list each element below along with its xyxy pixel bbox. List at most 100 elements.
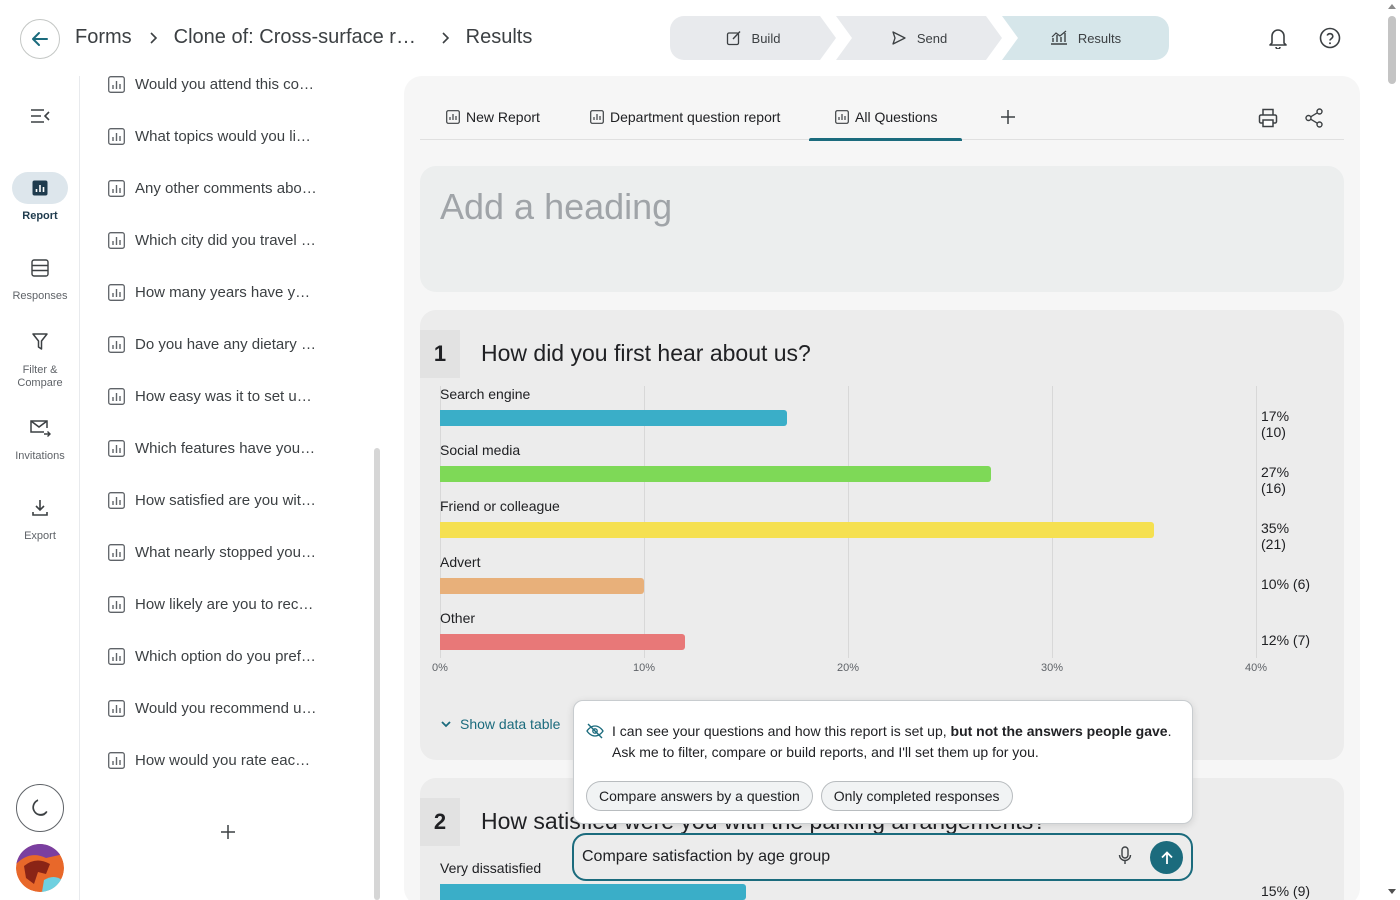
tab-all-questions[interactable]: All Questions <box>809 94 962 141</box>
question-title: How did you first hear about us? <box>481 340 811 366</box>
question-list-item-label: How would you rate each… <box>135 751 317 769</box>
rail-invitations-label: Invitations <box>15 450 65 462</box>
tab-all-questions-label: All Questions <box>855 109 938 125</box>
q2-bar-very-dissatisfied <box>440 884 746 900</box>
question-list-scrollbar[interactable] <box>374 448 380 900</box>
value-label: 17% (10) <box>1261 408 1290 440</box>
chevron-right-icon <box>148 31 158 44</box>
assistant-message-end: . <box>1167 723 1172 739</box>
question-list-item[interactable]: How would you rate each… <box>108 748 317 772</box>
question-list-item[interactable]: Which features have you … <box>108 436 317 460</box>
rail-responses-label: Responses <box>12 290 68 302</box>
assistant-input-box <box>572 833 1193 881</box>
question-list-item[interactable]: What topics would you lik… <box>108 124 317 148</box>
x-tick-label: 0% <box>432 662 448 674</box>
print-button[interactable] <box>1254 104 1282 132</box>
top-bar: Forms Clone of: Cross-surface regression… <box>0 0 1384 76</box>
question-list-item[interactable]: Which city did you travel f… <box>108 228 317 252</box>
question-list-item-label: Do you have any dietary r… <box>135 335 317 353</box>
question-list-item[interactable]: How many years have yo… <box>108 280 317 304</box>
question-list-item[interactable]: Which option do you pref… <box>108 644 317 668</box>
question-list-item-label: How many years have yo… <box>135 283 317 301</box>
results-chart-icon <box>1050 30 1067 45</box>
assistant-input[interactable] <box>582 845 1102 869</box>
chevron-right-icon <box>440 31 450 44</box>
eye-off-icon <box>586 723 604 739</box>
question-list-item[interactable]: Any other comments abo… <box>108 176 317 200</box>
chip-only-completed[interactable]: Only completed responses <box>820 781 1013 811</box>
value-label: 10% (6) <box>1261 576 1311 592</box>
back-button[interactable] <box>20 19 60 59</box>
rail-report[interactable]: Report <box>0 172 80 223</box>
edit-icon <box>726 31 741 46</box>
question-list-item-label: What nearly stopped you … <box>135 543 317 561</box>
send-message-button[interactable] <box>1150 841 1183 874</box>
question-list-item-label: Which city did you travel f… <box>135 231 317 249</box>
rail-responses-pill <box>12 252 68 284</box>
question-list-item-label: How satisfied are you wit… <box>135 491 316 509</box>
step-results[interactable]: Results <box>1002 16 1169 60</box>
assistant-message: I can see your questions and how this re… <box>612 721 1182 763</box>
category-label: Advert <box>440 554 481 570</box>
rail-invitations[interactable]: Invitations <box>0 412 80 463</box>
question-list-item-label: What topics would you lik… <box>135 127 317 145</box>
add-question-button[interactable] <box>216 820 240 844</box>
avatar[interactable] <box>16 844 64 892</box>
question-list-item[interactable]: Would you recommend u… <box>108 696 317 720</box>
step-build[interactable]: Build <box>670 16 836 60</box>
tab-department-question-report[interactable]: Department question report <box>590 94 780 140</box>
q2-value-label: 15% (9) <box>1261 883 1311 899</box>
report-tabs: New Report Department question report Al… <box>420 94 1344 141</box>
question-chart-icon <box>108 699 125 717</box>
category-label: Other <box>440 610 476 626</box>
rail-report-label: Report <box>22 210 58 222</box>
scroll-up-arrow[interactable] <box>1388 4 1396 9</box>
question-chart-icon <box>108 75 125 93</box>
question-chart-icon <box>108 439 125 457</box>
heading-placeholder[interactable]: Add a heading <box>440 186 672 228</box>
chip-compare-answers[interactable]: Compare answers by a question <box>586 781 813 811</box>
theme-toggle-button[interactable] <box>16 784 64 832</box>
q2-category-label: Very dissatisfied <box>440 860 542 876</box>
rail-responses[interactable]: Responses <box>0 252 80 303</box>
tab-department-label: Department question report <box>610 109 781 125</box>
notifications-button[interactable] <box>1264 24 1292 52</box>
question-list-item[interactable]: Would you attend this co… <box>108 72 317 96</box>
value-label: 27% (16) <box>1261 464 1290 496</box>
breadcrumb-forms[interactable]: Forms <box>75 26 132 49</box>
show-data-table-toggle[interactable]: Show data table <box>440 716 560 732</box>
page-scrollbar[interactable] <box>1384 0 1400 900</box>
microphone-button[interactable] <box>1118 846 1132 871</box>
collapse-menu-button[interactable] <box>26 102 54 130</box>
bar <box>440 522 1154 538</box>
add-tab-button[interactable] <box>996 105 1020 129</box>
report-heading-card[interactable]: Add a heading <box>420 166 1344 292</box>
question-list-item[interactable]: How likely are you to reco… <box>108 592 317 616</box>
suggestion-chips: Compare answers by a question Only compl… <box>586 781 1013 811</box>
rail-filter-compare[interactable]: Filter & Compare <box>0 326 80 390</box>
question-list-item-label: Which features have you … <box>135 439 317 457</box>
step-send[interactable]: Send <box>836 16 1002 60</box>
question-list-item[interactable]: How easy was it to set up… <box>108 384 317 408</box>
question-list-item-label: How likely are you to reco… <box>135 595 317 613</box>
question-chart-icon <box>108 283 125 301</box>
bar <box>440 410 787 426</box>
question-list-item[interactable]: How satisfied are you wit… <box>108 488 317 512</box>
question-list-item[interactable]: Do you have any dietary r… <box>108 332 317 356</box>
avatar-image <box>16 844 64 892</box>
rail-export[interactable]: Export <box>0 492 80 543</box>
tab-new-report[interactable]: New Report <box>446 94 540 140</box>
invitations-icon <box>30 420 51 437</box>
scroll-down-arrow[interactable] <box>1388 889 1396 894</box>
report-icon <box>32 180 48 196</box>
report-tab-icon <box>590 110 604 124</box>
value-label: 35% (21) <box>1261 520 1290 552</box>
question-list-item[interactable]: What nearly stopped you … <box>108 540 317 564</box>
x-tick-label: 40% <box>1244 662 1268 674</box>
breadcrumb-form-name[interactable]: Clone of: Cross-surface regression <box>174 26 424 49</box>
help-button[interactable] <box>1316 24 1344 52</box>
scroll-thumb[interactable] <box>1388 16 1396 84</box>
plus-icon <box>221 825 235 839</box>
plus-icon <box>1001 110 1015 124</box>
share-button[interactable] <box>1300 104 1328 132</box>
